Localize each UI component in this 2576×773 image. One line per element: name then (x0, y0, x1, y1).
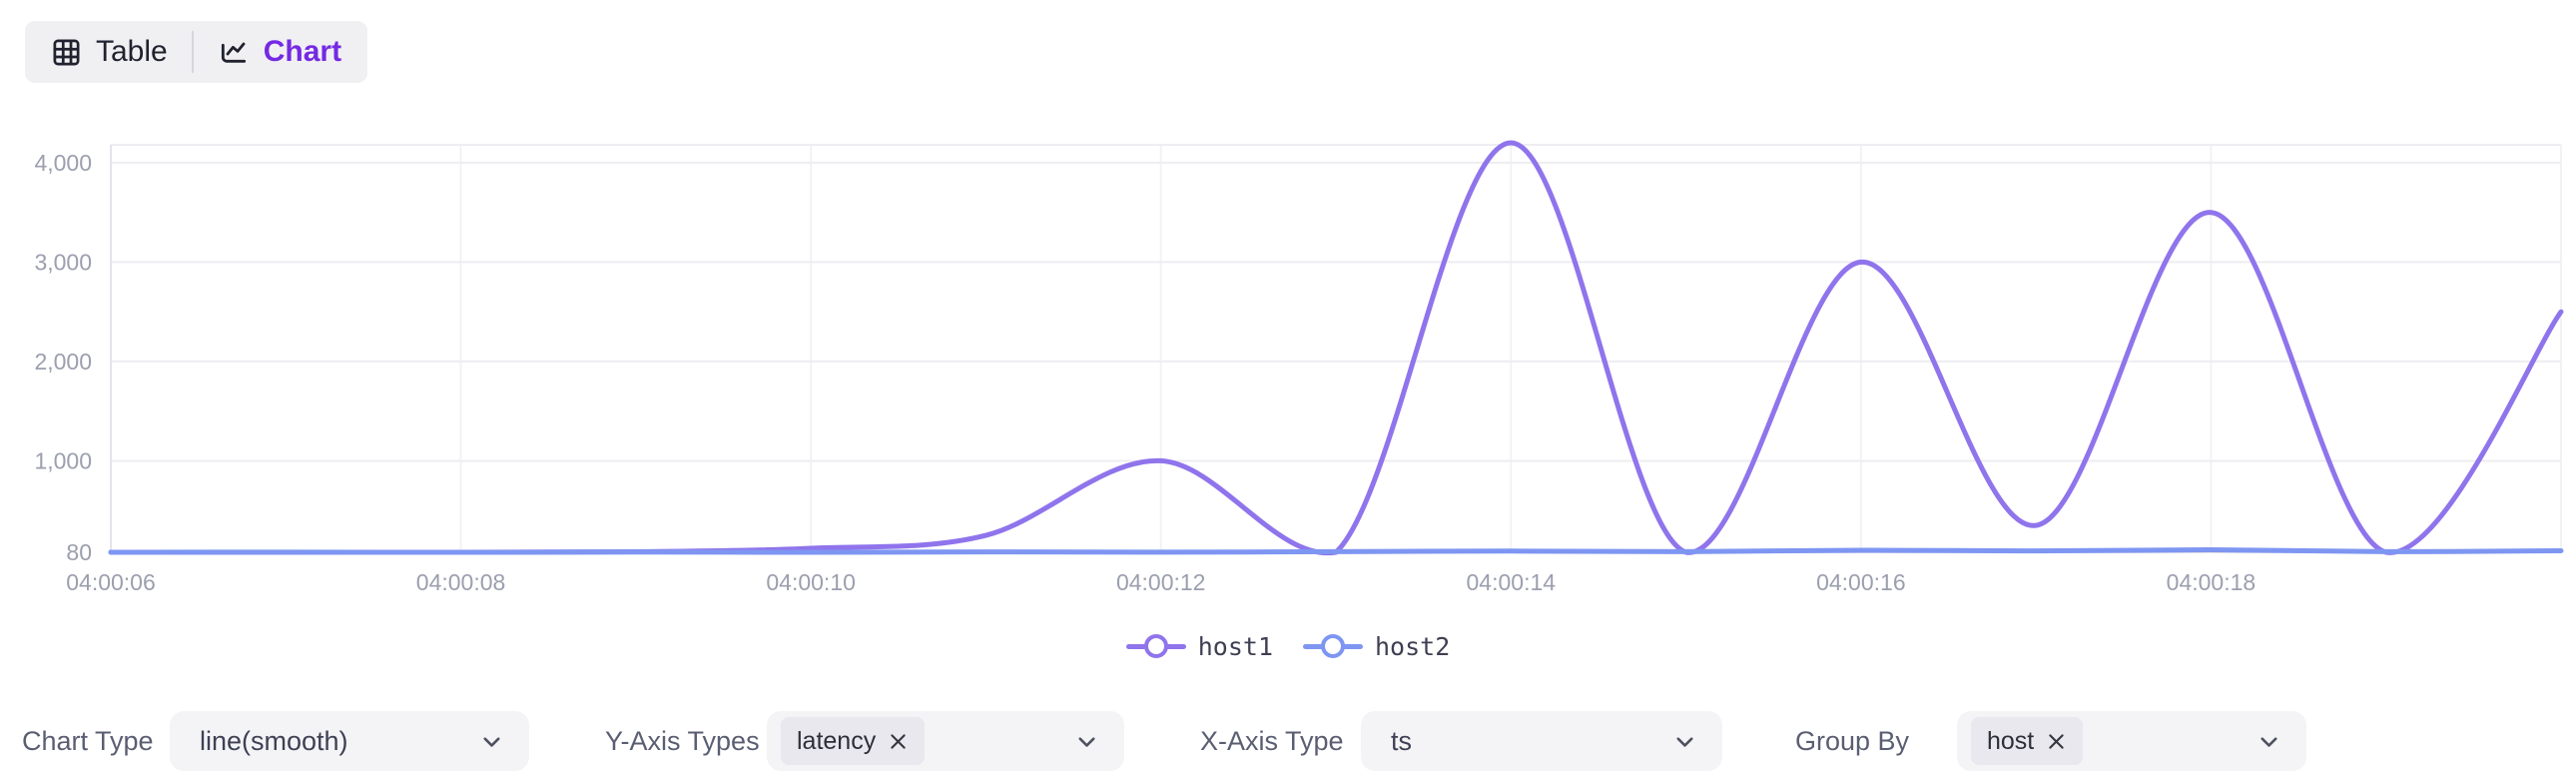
svg-text:04:00:06: 04:00:06 (66, 569, 156, 595)
remove-tag-icon[interactable] (2046, 731, 2067, 752)
tag-label: host (1987, 727, 2034, 756)
svg-text:1,000: 1,000 (34, 447, 92, 473)
svg-text:04:00:16: 04:00:16 (1816, 569, 1906, 595)
x-axis-type-value: ts (1391, 726, 1412, 757)
chevron-down-icon (1073, 728, 1100, 755)
legend-item-host1[interactable]: host1 (1126, 632, 1273, 661)
legend-marker-host1 (1126, 633, 1186, 659)
svg-text:3,000: 3,000 (34, 249, 92, 275)
svg-text:4,000: 4,000 (34, 150, 92, 176)
tag-label: latency (797, 727, 876, 756)
svg-text:04:00:14: 04:00:14 (1467, 569, 1557, 595)
svg-text:2,000: 2,000 (34, 349, 92, 375)
legend-item-host2[interactable]: host2 (1303, 632, 1450, 661)
remove-tag-icon[interactable] (888, 731, 909, 752)
legend-label-host2: host2 (1375, 632, 1450, 661)
svg-text:04:00:08: 04:00:08 (416, 569, 506, 595)
legend-marker-host2 (1303, 633, 1363, 659)
chevron-down-icon (2255, 728, 2282, 755)
legend-label-host1: host1 (1198, 632, 1273, 661)
svg-text:80: 80 (66, 539, 92, 565)
x-axis-type-select[interactable]: ts (1361, 711, 1722, 771)
chevron-down-icon (478, 728, 505, 755)
chart-legend: host1 host2 (0, 623, 2576, 669)
dashboard-root: Table Chart 801,0002,0003,0004,00004:00:… (0, 0, 2576, 773)
group-by-tag-host: host (1971, 717, 2083, 765)
chart-type-select[interactable]: line(smooth) (170, 711, 529, 771)
chart-type-label: Chart Type (22, 711, 154, 771)
y-axis-types-label: Y-Axis Types (605, 711, 760, 771)
svg-text:04:00:18: 04:00:18 (2167, 569, 2256, 595)
y-axis-types-select[interactable]: latency (767, 711, 1124, 771)
chart-type-value: line(smooth) (200, 726, 348, 757)
svg-text:04:00:12: 04:00:12 (1116, 569, 1206, 595)
chevron-down-icon (1671, 728, 1698, 755)
line-chart-canvas[interactable]: 80 1,000 2,000 3,000 4,000 04:00:06 04:00:08 04… (0, 0, 2576, 619)
y-axis-type-tag-latency: latency (781, 717, 925, 765)
x-axis-type-label: X-Axis Type (1200, 711, 1344, 771)
group-by-select[interactable]: host (1957, 711, 2306, 771)
svg-text:04:00:10: 04:00:10 (766, 569, 856, 595)
group-by-label: Group By (1795, 711, 1909, 771)
